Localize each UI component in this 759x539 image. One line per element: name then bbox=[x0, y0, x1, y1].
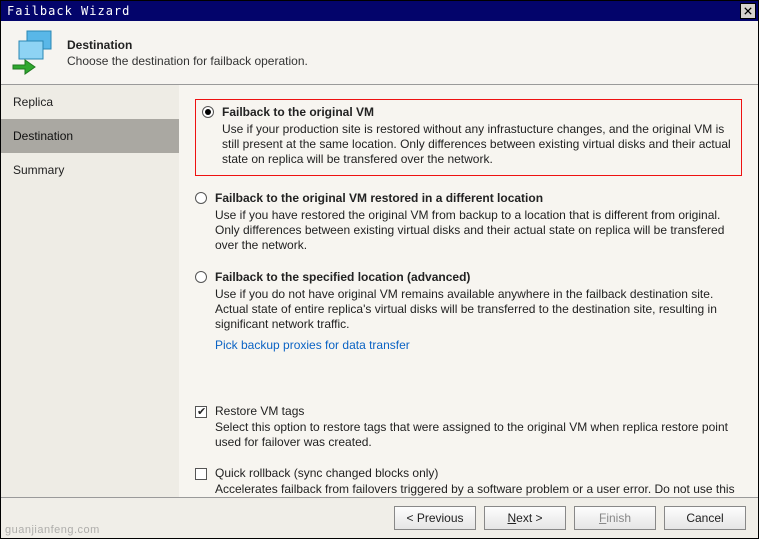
wizard-body: Replica Destination Summary Failback to … bbox=[1, 85, 758, 497]
option-title: Failback to the original VM restored in … bbox=[215, 190, 742, 206]
option-title: Quick rollback (sync changed blocks only… bbox=[215, 466, 742, 480]
checkbox-quick-rollback[interactable] bbox=[195, 468, 207, 480]
option-different-location[interactable]: Failback to the original VM restored in … bbox=[195, 190, 742, 253]
option-original-vm[interactable]: Failback to the original VM Use if your … bbox=[202, 104, 735, 167]
watermark: guanjianfeng.com bbox=[5, 524, 100, 536]
sidebar-item-summary[interactable]: Summary bbox=[1, 153, 179, 187]
option-title: Failback to the specified location (adva… bbox=[215, 269, 742, 285]
header-text: Destination Choose the destination for f… bbox=[67, 38, 308, 68]
close-icon bbox=[744, 4, 752, 18]
window-title: Failback Wizard bbox=[7, 4, 130, 18]
finish-button[interactable]: Finish bbox=[574, 506, 656, 530]
checkbox-restore-tags[interactable] bbox=[195, 406, 207, 418]
destination-icon bbox=[11, 27, 59, 78]
sidebar-item-label: Summary bbox=[13, 163, 64, 177]
wizard-window: Failback Wizard Destination Choose the d… bbox=[0, 0, 759, 539]
option-content: Failback to the original VM Use if your … bbox=[222, 104, 735, 167]
sidebar-item-replica[interactable]: Replica bbox=[1, 85, 179, 119]
checkbox-restore-tags-row[interactable]: Restore VM tags Select this option to re… bbox=[195, 404, 742, 450]
option-description: Select this option to restore tags that … bbox=[215, 420, 742, 450]
radio-original-vm[interactable] bbox=[202, 106, 214, 118]
option-specified-location[interactable]: Failback to the specified location (adva… bbox=[195, 269, 742, 332]
option-content: Failback to the original VM restored in … bbox=[215, 190, 742, 253]
sidebar-item-label: Destination bbox=[13, 129, 73, 143]
option-title: Failback to the original VM bbox=[222, 104, 735, 120]
checkbox-quick-rollback-row[interactable]: Quick rollback (sync changed blocks only… bbox=[195, 466, 742, 497]
selected-option-highlight: Failback to the original VM Use if your … bbox=[195, 99, 742, 176]
close-button[interactable] bbox=[740, 3, 756, 19]
wizard-header: Destination Choose the destination for f… bbox=[1, 21, 758, 85]
wizard-footer: < Previous Next > Finish Cancel bbox=[1, 497, 758, 538]
option-content: Quick rollback (sync changed blocks only… bbox=[215, 466, 742, 497]
button-label: Cancel bbox=[686, 511, 723, 525]
sidebar-item-destination[interactable]: Destination bbox=[1, 119, 179, 153]
titlebar: Failback Wizard bbox=[1, 1, 758, 21]
option-title: Restore VM tags bbox=[215, 404, 742, 418]
sidebar-item-label: Replica bbox=[13, 95, 53, 109]
content-panel: Failback to the original VM Use if your … bbox=[179, 85, 758, 497]
radio-different-location[interactable] bbox=[195, 192, 207, 204]
sidebar: Replica Destination Summary bbox=[1, 85, 179, 497]
pick-proxies-link[interactable]: Pick backup proxies for data transfer bbox=[215, 338, 410, 352]
option-description: Accelerates failback from failovers trig… bbox=[215, 482, 742, 497]
radio-specified-location[interactable] bbox=[195, 271, 207, 283]
option-content: Failback to the specified location (adva… bbox=[215, 269, 742, 332]
next-button[interactable]: Next > bbox=[484, 506, 566, 530]
page-title: Destination bbox=[67, 38, 308, 52]
option-description: Use if you have restored the original VM… bbox=[215, 208, 742, 253]
option-description: Use if your production site is restored … bbox=[222, 122, 735, 167]
cancel-button[interactable]: Cancel bbox=[664, 506, 746, 530]
button-label: Finish bbox=[599, 511, 631, 525]
option-content: Restore VM tags Select this option to re… bbox=[215, 404, 742, 450]
page-subtitle: Choose the destination for failback oper… bbox=[67, 54, 308, 68]
previous-button[interactable]: < Previous bbox=[394, 506, 476, 530]
button-label: Next > bbox=[507, 511, 542, 525]
button-label: < Previous bbox=[406, 511, 463, 525]
option-description: Use if you do not have original VM remai… bbox=[215, 287, 742, 332]
